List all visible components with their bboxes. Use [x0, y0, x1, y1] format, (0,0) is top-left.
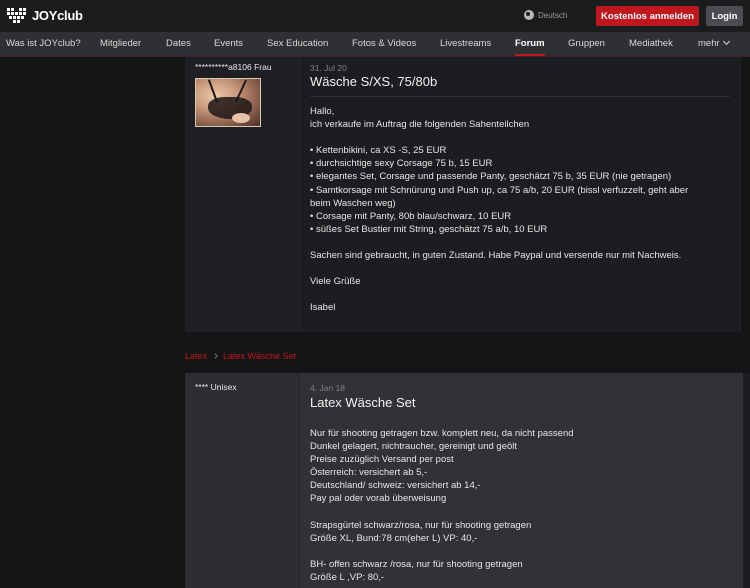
- post-title[interactable]: Latex Wäsche Set: [310, 395, 416, 410]
- post-date: 31. Jul 20: [310, 63, 347, 73]
- main-nav: Was ist JOYclub? Mitglieder Dates Events…: [0, 32, 750, 57]
- post-date: 4. Jan 18: [310, 383, 345, 393]
- nav-item-mediathek[interactable]: Mediathek: [629, 38, 673, 49]
- post-body-line: Viele Grüße: [310, 276, 361, 288]
- post-body-line: [310, 506, 574, 519]
- post-body-line: • elegantes Set, Corsage und passende Pa…: [310, 171, 672, 183]
- joyclub-logo[interactable]: JOYclub: [6, 7, 83, 24]
- chevron-right-icon: [212, 353, 218, 359]
- avatar-detail: [232, 113, 250, 123]
- post-author-column: **** Unisex: [185, 373, 300, 588]
- post-body-line: Preise zuzüglich Versand per post: [310, 454, 454, 466]
- post-body-line: • Kettenbikini, ca XS -S, 25 EUR: [310, 145, 447, 157]
- language-selector[interactable]: Deutsch: [524, 10, 567, 20]
- nav-item-fotos-videos[interactable]: Fotos & Videos: [352, 38, 416, 49]
- post-body-line: ich verkaufe im Auftrag die folgenden Sa…: [310, 119, 530, 131]
- nav-item-livestreams[interactable]: Livestreams: [440, 38, 491, 49]
- post-body-line: Hallo,: [310, 106, 335, 117]
- post-body-line: • Corsage mit Panty, 80b blau/schwarz, 1…: [310, 210, 512, 222]
- post-body-line: [310, 131, 688, 144]
- nav-item-forum[interactable]: Forum: [515, 38, 545, 49]
- avatar[interactable]: [195, 78, 261, 127]
- post-body-line: [310, 288, 688, 301]
- post-body-line: Dunkel gelagert, nichtraucher, gereinigt…: [310, 441, 518, 453]
- post-body-line: • süßes Set Bustier mit String, geschätz…: [310, 223, 548, 235]
- title-divider: [310, 96, 730, 97]
- breadcrumb-item-latex[interactable]: Latex: [185, 351, 207, 361]
- breadcrumb-item-latex-waesche-set[interactable]: Latex Wäsche Set: [223, 351, 296, 361]
- post-body-line: BH- offen schwarz /rosa, nur für shootin…: [310, 558, 523, 570]
- forum-post: **** Unisex 4. Jan 18 Latex Wäsche Set N…: [185, 373, 743, 588]
- post-body-line: [310, 545, 574, 558]
- post-author[interactable]: **** Unisex: [195, 382, 237, 392]
- mehr-label: mehr: [698, 38, 720, 49]
- breadcrumb: Latex Latex Wäsche Set: [185, 351, 296, 361]
- language-label: Deutsch: [538, 10, 568, 20]
- post-body-line: Sachen sind gebraucht, in guten Zustand.…: [310, 250, 682, 262]
- logo-text: JOYclub: [32, 8, 83, 23]
- post-body-line: • Samtkorsage mit Schnürung und Push up,…: [310, 184, 689, 196]
- chevron-down-icon: [722, 37, 730, 46]
- post-body-line: Deutschland/ schweiz: versichert ab 14,-: [310, 480, 481, 492]
- post-body-line: Größe XL, Bund:78 cm(eher L) VP: 40,-: [310, 532, 478, 544]
- post-body-line: Isabel: [310, 302, 336, 314]
- nav-item-events[interactable]: Events: [214, 38, 243, 49]
- post-body-line: [310, 236, 688, 249]
- forum-post: **********a8106 Frau 31. Jul 20 Wäsche S…: [185, 57, 741, 332]
- nav-item-gruppen[interactable]: Gruppen: [568, 38, 605, 49]
- nav-item-mitglieder[interactable]: Mitglieder: [100, 38, 141, 49]
- nav-item-mehr[interactable]: mehr: [698, 37, 730, 49]
- post-body-line: beim Waschen weg): [310, 197, 396, 209]
- post-body-line: Nur für shooting getragen bzw. komplett …: [310, 428, 574, 439]
- post-author-column: **********a8106 Frau: [185, 57, 300, 332]
- post-author[interactable]: **********a8106 Frau: [195, 62, 272, 72]
- post-body-line: [310, 262, 688, 275]
- nav-item-dates[interactable]: Dates: [166, 38, 191, 49]
- register-button[interactable]: Kostenlos anmelden: [596, 6, 699, 26]
- nav-item-was-ist-joyclub[interactable]: Was ist JOYclub?: [6, 38, 81, 49]
- nav-item-sex-education[interactable]: Sex Education: [267, 38, 328, 49]
- post-body-line: Strapsgürtel schwarz/rosa, nur für shoot…: [310, 519, 532, 531]
- post-body-line: Größe L ,VP: 80,-: [310, 572, 385, 584]
- post-body: Nur für shooting getragen bzw. komplett …: [310, 427, 574, 584]
- active-tab-indicator: [515, 54, 545, 56]
- post-body-line: Österreich: versichert ab 5,-: [310, 467, 428, 479]
- post-body: Hallo, ich verkaufe im Auftrag die folgen…: [310, 105, 688, 315]
- post-title[interactable]: Wäsche S/XS, 75/80b: [310, 74, 437, 89]
- page-scroll-rail: [743, 373, 750, 588]
- post-body-line: • durchsichtige sexy Corsage 75 b, 15 EU…: [310, 158, 493, 170]
- login-button[interactable]: Login: [706, 6, 743, 26]
- globe-icon: [524, 10, 534, 20]
- heart-logo-icon: [7, 8, 26, 23]
- post-body-line: Pay pal oder vorab überweisung: [310, 493, 447, 505]
- top-bar: JOYclub Deutsch Kostenlos anmelden Login: [0, 0, 750, 32]
